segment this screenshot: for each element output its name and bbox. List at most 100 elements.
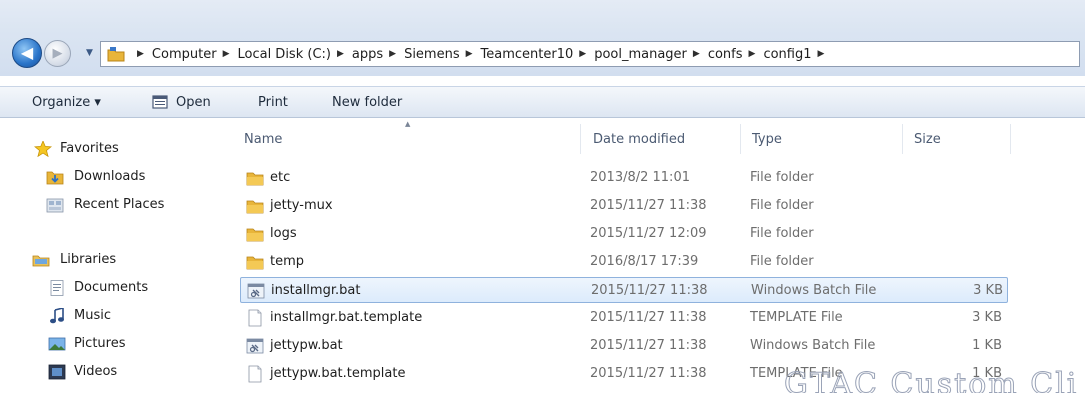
file-name: installmgr.bat.template — [270, 310, 423, 325]
file-row[interactable]: installmgr.bat 2015/11/27 11:38 Windows Ba… — [240, 277, 1008, 303]
nav-label: Pictures — [74, 336, 126, 351]
file-name: logs — [270, 226, 297, 241]
file-size — [940, 165, 1002, 191]
breadcrumb-apps[interactable]: apps — [352, 47, 383, 62]
file-type: File folder — [750, 226, 814, 241]
organize-button[interactable]: Organize ▾ — [32, 87, 101, 118]
file-type: TEMPLATE File — [750, 310, 843, 325]
file-row[interactable]: temp 2016/8/17 17:39 File folder — [240, 249, 1008, 275]
breadcrumb-arrow-icon[interactable]: ▶ — [223, 49, 230, 59]
breadcrumb-teamcenter10[interactable]: Teamcenter10 — [481, 47, 574, 62]
music-icon — [50, 308, 64, 324]
column-header-name[interactable]: Name — [244, 128, 282, 152]
recent-pages-dropdown-icon[interactable]: ▼ — [86, 48, 96, 58]
file-size: 3 KB — [973, 283, 1003, 298]
file-row[interactable]: installmgr.bat.template 2015/11/27 11:38 T… — [240, 305, 1008, 331]
libraries-icon — [32, 255, 50, 267]
recent-places-icon — [46, 198, 64, 213]
forward-button[interactable]: ▶ — [44, 40, 71, 67]
breadcrumb-pool-manager[interactable]: pool_manager — [594, 47, 687, 62]
file-name: jettypw.bat — [270, 338, 343, 353]
file-row[interactable]: logs 2015/11/27 12:09 File folder — [240, 221, 1008, 247]
file-type: Windows Batch File — [750, 338, 876, 353]
file-type: File folder — [750, 254, 814, 269]
nav-label: Videos — [74, 364, 118, 379]
file-date-modified: 2013/8/2 11:01 — [590, 170, 690, 185]
file-name: etc — [270, 170, 291, 185]
breadcrumb-arrow-icon[interactable]: ▶ — [749, 49, 756, 59]
file-row[interactable]: etc 2013/8/2 11:01 File folder — [240, 165, 1008, 191]
star-icon — [34, 141, 52, 157]
folder-icon — [246, 256, 264, 270]
file-name: jetty-mux — [270, 198, 333, 213]
breadcrumb-config1[interactable]: config1 — [763, 47, 811, 62]
file-date-modified: 2015/11/27 11:38 — [590, 366, 707, 381]
file-size: 3 KB — [972, 310, 1002, 325]
address-bar[interactable]: ▶ Computer ▶ Local Disk (C:) ▶ apps ▶ Si… — [100, 41, 1080, 67]
column-header-size[interactable]: Size — [914, 128, 941, 152]
document-icon — [248, 365, 262, 383]
back-button[interactable]: ◀ — [12, 38, 42, 68]
command-toolbar: Organize ▾ Open Print New folder — [0, 86, 1085, 118]
open-window-icon — [152, 95, 168, 109]
batch-file-icon — [246, 338, 264, 354]
videos-icon — [48, 364, 66, 380]
folder-icon — [107, 47, 125, 62]
file-date-modified: 2015/11/27 11:38 — [590, 310, 707, 325]
file-type: Windows Batch File — [751, 283, 877, 298]
folder-icon — [246, 172, 264, 186]
folder-icon — [246, 200, 264, 214]
breadcrumb-arrow-icon[interactable]: ▶ — [579, 49, 586, 59]
column-divider[interactable] — [902, 124, 903, 154]
navigation-pane: Favorites Downloads Recent Places Librar… — [0, 118, 228, 393]
nav-label: Libraries — [60, 252, 117, 267]
column-divider[interactable] — [740, 124, 741, 154]
file-date-modified: 2015/11/27 12:09 — [590, 226, 707, 241]
nav-label: Recent Places — [74, 197, 165, 212]
breadcrumb-arrow-icon[interactable]: ▶ — [693, 49, 700, 59]
breadcrumb-siemens[interactable]: Siemens — [404, 47, 460, 62]
file-name: installmgr.bat — [271, 283, 361, 298]
file-row[interactable]: jetty-mux 2015/11/27 11:38 File folder — [240, 193, 1008, 219]
breadcrumb-arrow-icon[interactable]: ▶ — [466, 49, 473, 59]
file-type: File folder — [750, 170, 814, 185]
file-size — [940, 221, 1002, 247]
file-type: File folder — [750, 198, 814, 213]
documents-icon — [50, 280, 64, 296]
breadcrumb-arrow-icon[interactable]: ▶ — [337, 49, 344, 59]
batch-file-icon — [247, 283, 265, 299]
nav-label: Favorites — [60, 141, 119, 156]
file-size — [940, 249, 1002, 275]
file-date-modified: 2015/11/27 11:38 — [590, 338, 707, 353]
file-name: jettypw.bat.template — [270, 366, 406, 381]
open-button[interactable]: Open — [176, 87, 211, 118]
nav-label: Downloads — [74, 169, 146, 184]
nav-label: Documents — [74, 280, 149, 295]
file-size — [940, 193, 1002, 219]
new-folder-button[interactable]: New folder — [332, 87, 402, 118]
print-button[interactable]: Print — [258, 87, 288, 118]
column-header-date-modified[interactable]: Date modified — [593, 128, 685, 152]
downloads-folder-icon — [46, 171, 64, 185]
column-divider[interactable] — [580, 124, 581, 154]
document-icon — [248, 309, 262, 327]
watermark: GTAC Custom Cli — [784, 370, 1079, 393]
file-date-modified: 2016/8/17 17:39 — [590, 254, 699, 269]
breadcrumb-arrow-icon[interactable]: ▶ — [818, 49, 825, 59]
file-row[interactable]: jettypw.bat 2015/11/27 11:38 Windows Batch… — [240, 333, 1008, 359]
sort-ascending-icon: ▲ — [405, 120, 411, 128]
nav-label: Music — [74, 308, 111, 323]
column-header-type[interactable]: Type — [752, 128, 782, 152]
breadcrumb-confs[interactable]: confs — [708, 47, 743, 62]
file-date-modified: 2015/11/27 11:38 — [591, 283, 708, 298]
folder-icon — [246, 228, 264, 242]
column-divider[interactable] — [1010, 124, 1011, 154]
pictures-icon — [48, 337, 66, 351]
file-date-modified: 2015/11/27 11:38 — [590, 198, 707, 213]
file-size: 1 KB — [972, 338, 1002, 353]
breadcrumb-local-disk[interactable]: Local Disk (C:) — [237, 47, 330, 62]
breadcrumb-arrow-icon[interactable]: ▶ — [137, 49, 144, 59]
file-name: temp — [270, 254, 305, 269]
breadcrumb-computer[interactable]: Computer — [152, 47, 217, 62]
breadcrumb-arrow-icon[interactable]: ▶ — [389, 49, 396, 59]
